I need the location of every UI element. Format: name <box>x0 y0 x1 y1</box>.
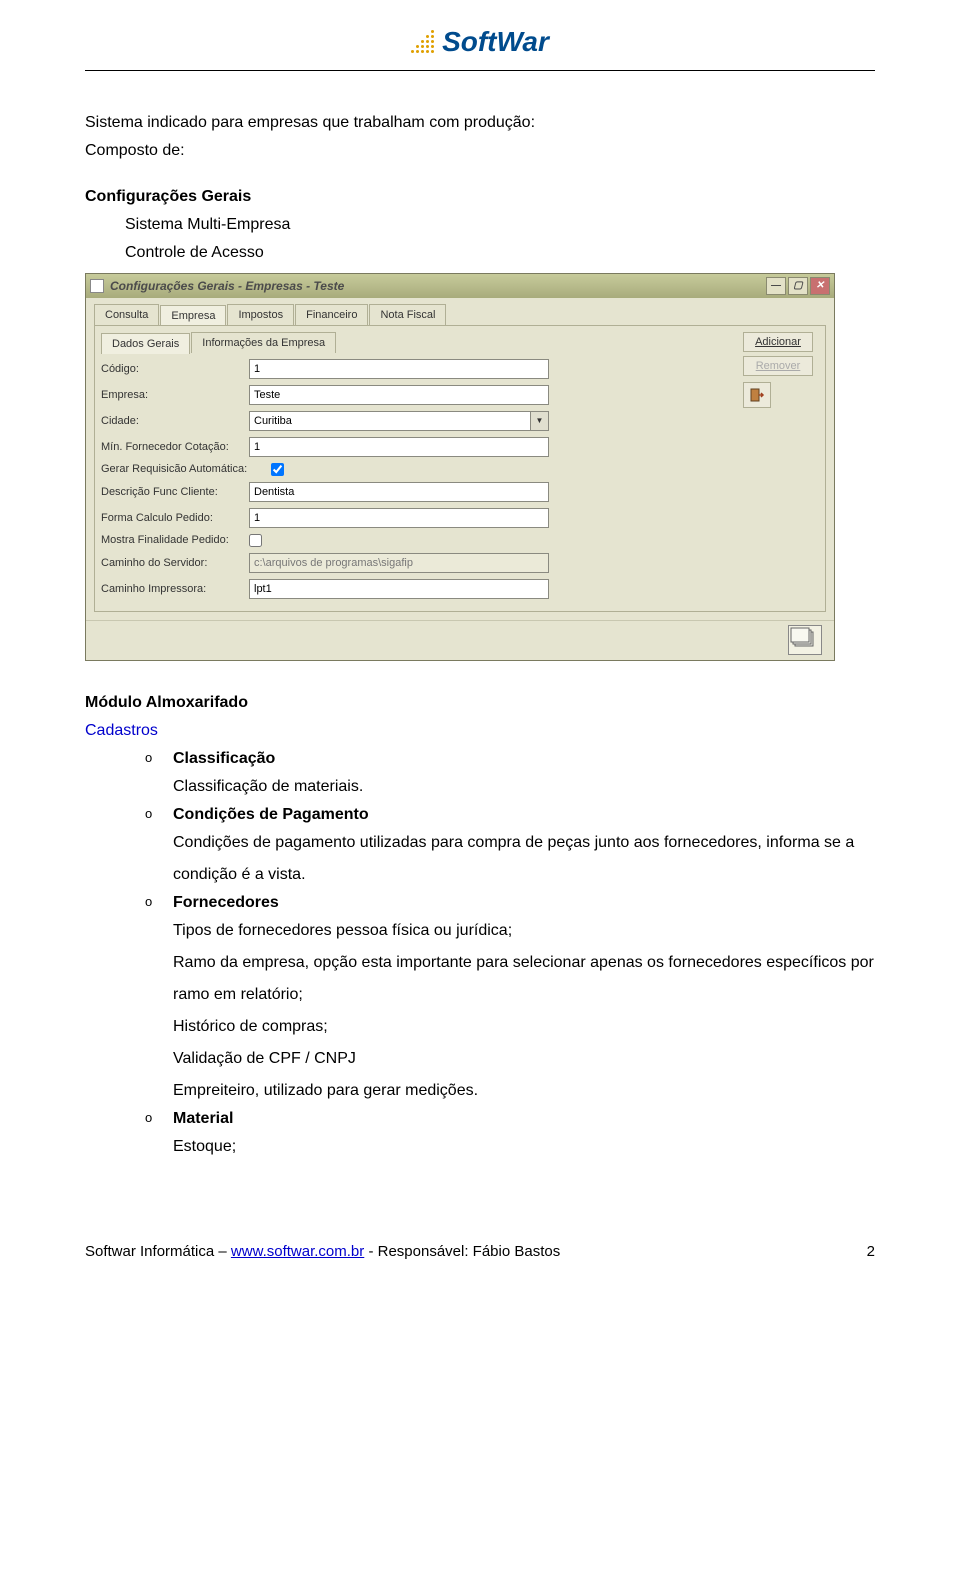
save-stack-icon[interactable] <box>788 625 822 655</box>
item-fornecedores-l3: Histórico de compras; <box>173 1011 875 1043</box>
label-caminho-imp: Caminho Impressora: <box>101 583 249 595</box>
tab-nota-fiscal[interactable]: Nota Fiscal <box>369 304 446 325</box>
item-fornecedores-l1: Tipos de fornecedores pessoa física ou j… <box>173 915 875 947</box>
config-item-1: Sistema Multi-Empresa <box>125 213 875 237</box>
main-tabbar: Consulta Empresa Impostos Financeiro Not… <box>86 298 834 325</box>
input-codigo[interactable] <box>249 359 549 379</box>
input-forma-calc[interactable] <box>249 508 549 528</box>
input-cidade[interactable] <box>249 411 531 431</box>
logo: SoftWar <box>411 26 549 58</box>
item-fornecedores-l5: Empreiteiro, utilizado para gerar mediçõ… <box>173 1075 875 1107</box>
window-minimize-icon[interactable]: — <box>766 277 786 295</box>
item-fornecedores-title: Fornecedores <box>173 891 875 915</box>
window-app-icon <box>90 279 104 293</box>
modulo-title: Módulo Almoxarifado <box>85 691 875 715</box>
footer-link[interactable]: www.softwar.com.br <box>231 1243 364 1260</box>
intro-line-2: Composto de: <box>85 139 875 163</box>
page-footer: Softwar Informática – www.softwar.com.br… <box>85 1163 875 1260</box>
input-caminho-imp[interactable] <box>249 579 549 599</box>
label-caminho-srv: Caminho do Servidor: <box>101 557 249 569</box>
window-maximize-icon[interactable]: ▢ <box>788 277 808 295</box>
label-forma-calc: Forma Calculo Pedido: <box>101 512 249 524</box>
tab-impostos[interactable]: Impostos <box>227 304 294 325</box>
remove-button: Remover <box>743 356 813 376</box>
logo-dots-icon <box>411 30 434 53</box>
add-button[interactable]: Adicionar <box>743 332 813 352</box>
window-footer <box>86 620 834 660</box>
header-divider <box>85 70 875 71</box>
window-titlebar: Configurações Gerais - Empresas - Teste … <box>86 274 834 298</box>
exit-icon[interactable] <box>743 382 771 408</box>
label-empresa: Empresa: <box>101 389 249 401</box>
item-classificacao-line: Classificação de materiais. <box>173 771 875 803</box>
footer-post: - Responsável: Fábio Bastos <box>364 1243 560 1260</box>
window-body: Adicionar Remover Dados Gerais Informaçõ… <box>94 325 826 612</box>
item-material-l1: Estoque; <box>173 1131 875 1163</box>
window-title: Configurações Gerais - Empresas - Teste <box>110 279 344 293</box>
bullet-marker: o <box>145 891 173 909</box>
window-close-icon[interactable]: ✕ <box>810 277 830 295</box>
item-fornecedores-l4: Validação de CPF / CNPJ <box>173 1043 875 1075</box>
checkbox-mostra-fin[interactable] <box>249 534 262 547</box>
cadastros-heading: Cadastros <box>85 719 875 743</box>
config-window: Configurações Gerais - Empresas - Teste … <box>85 273 835 661</box>
tab-consulta[interactable]: Consulta <box>94 304 159 325</box>
bullet-marker: o <box>145 1107 173 1125</box>
checkbox-gerar-req[interactable] <box>271 463 284 476</box>
subtab-info-empresa[interactable]: Informações da Empresa <box>191 332 336 353</box>
item-condicoes-line: Condições de pagamento utilizadas para c… <box>173 827 875 891</box>
item-fornecedores-l2: Ramo da empresa, opção esta importante p… <box>173 947 875 1011</box>
label-mostra-fin: Mostra Finalidade Pedido: <box>101 534 249 546</box>
config-title: Configurações Gerais <box>85 185 875 209</box>
input-empresa[interactable] <box>249 385 549 405</box>
item-condicoes-title: Condições de Pagamento <box>173 803 875 827</box>
footer-pre: Softwar Informática – <box>85 1243 231 1260</box>
page-number: 2 <box>867 1243 875 1260</box>
input-caminho-srv <box>249 553 549 573</box>
label-cidade: Cidade: <box>101 415 249 427</box>
item-material-title: Material <box>173 1107 875 1131</box>
label-codigo: Código: <box>101 363 249 375</box>
intro-line-1: Sistema indicado para empresas que traba… <box>85 111 875 135</box>
bullet-marker: o <box>145 747 173 765</box>
label-gerar-req: Gerar Requisicão Automática: <box>101 463 271 475</box>
label-min-fornecedor: Mín. Fornecedor Cotação: <box>101 441 249 453</box>
page-header: SoftWar <box>0 0 960 66</box>
input-descr-func[interactable] <box>249 482 549 502</box>
config-item-2: Controle de Acesso <box>125 241 875 265</box>
combo-arrow-icon[interactable]: ▼ <box>531 411 549 431</box>
bullet-marker: o <box>145 803 173 821</box>
item-classificacao-title: Classificação <box>173 747 875 771</box>
subtab-dados-gerais[interactable]: Dados Gerais <box>101 333 190 354</box>
tab-empresa[interactable]: Empresa <box>160 305 226 326</box>
tab-financeiro[interactable]: Financeiro <box>295 304 368 325</box>
logo-text: SoftWar <box>442 26 549 58</box>
input-min-fornecedor[interactable] <box>249 437 549 457</box>
label-descr-func: Descrição Func Cliente: <box>101 486 249 498</box>
